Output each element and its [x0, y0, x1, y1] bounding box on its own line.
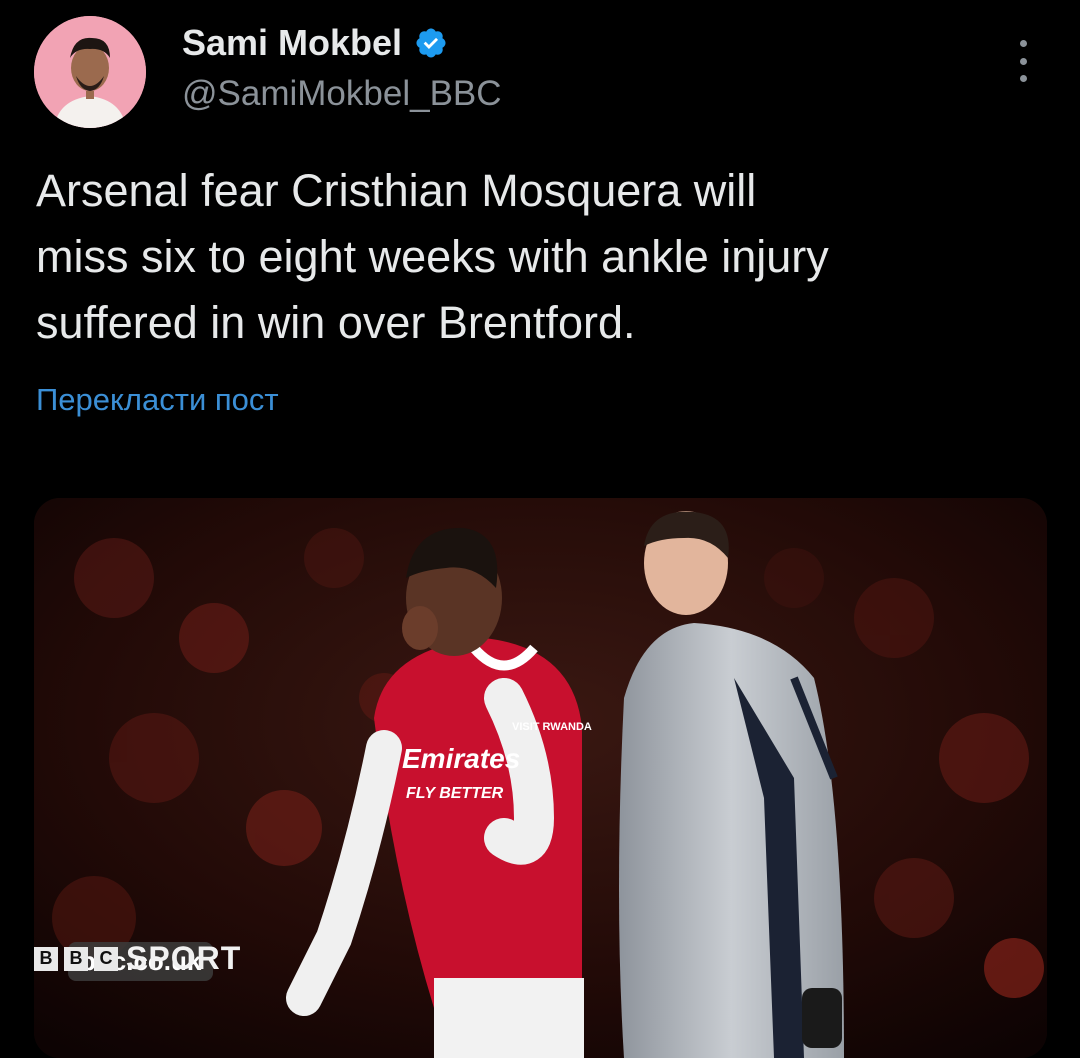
bbc-logo-sport-word: SPORT: [126, 940, 242, 976]
verified-badge-icon: [416, 28, 446, 58]
translate-post-link[interactable]: Перекласти пост: [36, 380, 279, 420]
kit-tagline-text: FLY BETTER: [406, 785, 504, 802]
bbc-logo-letter-b2: B: [64, 946, 88, 971]
author-avatar[interactable]: [34, 16, 146, 128]
avatar-image: [34, 16, 146, 128]
sleeve-sponsor-text: VISIT RWANDA: [512, 721, 592, 733]
kit-sponsor-text: Emirates: [402, 743, 520, 774]
author-name[interactable]: Sami Mokbel: [182, 22, 402, 64]
bbc-sport-logo: B B C SPORT: [34, 940, 241, 977]
more-options-icon[interactable]: [1008, 40, 1038, 82]
tweet-text: Arsenal fear Cristhian Mosquera will mis…: [36, 165, 829, 348]
bbc-logo-letter-c: C: [94, 946, 118, 971]
author-name-row[interactable]: Sami Mokbel: [182, 22, 448, 64]
author-handle[interactable]: @SamiMokbel_BBC: [182, 72, 502, 116]
bbc-logo-letter-b1: B: [34, 946, 58, 971]
